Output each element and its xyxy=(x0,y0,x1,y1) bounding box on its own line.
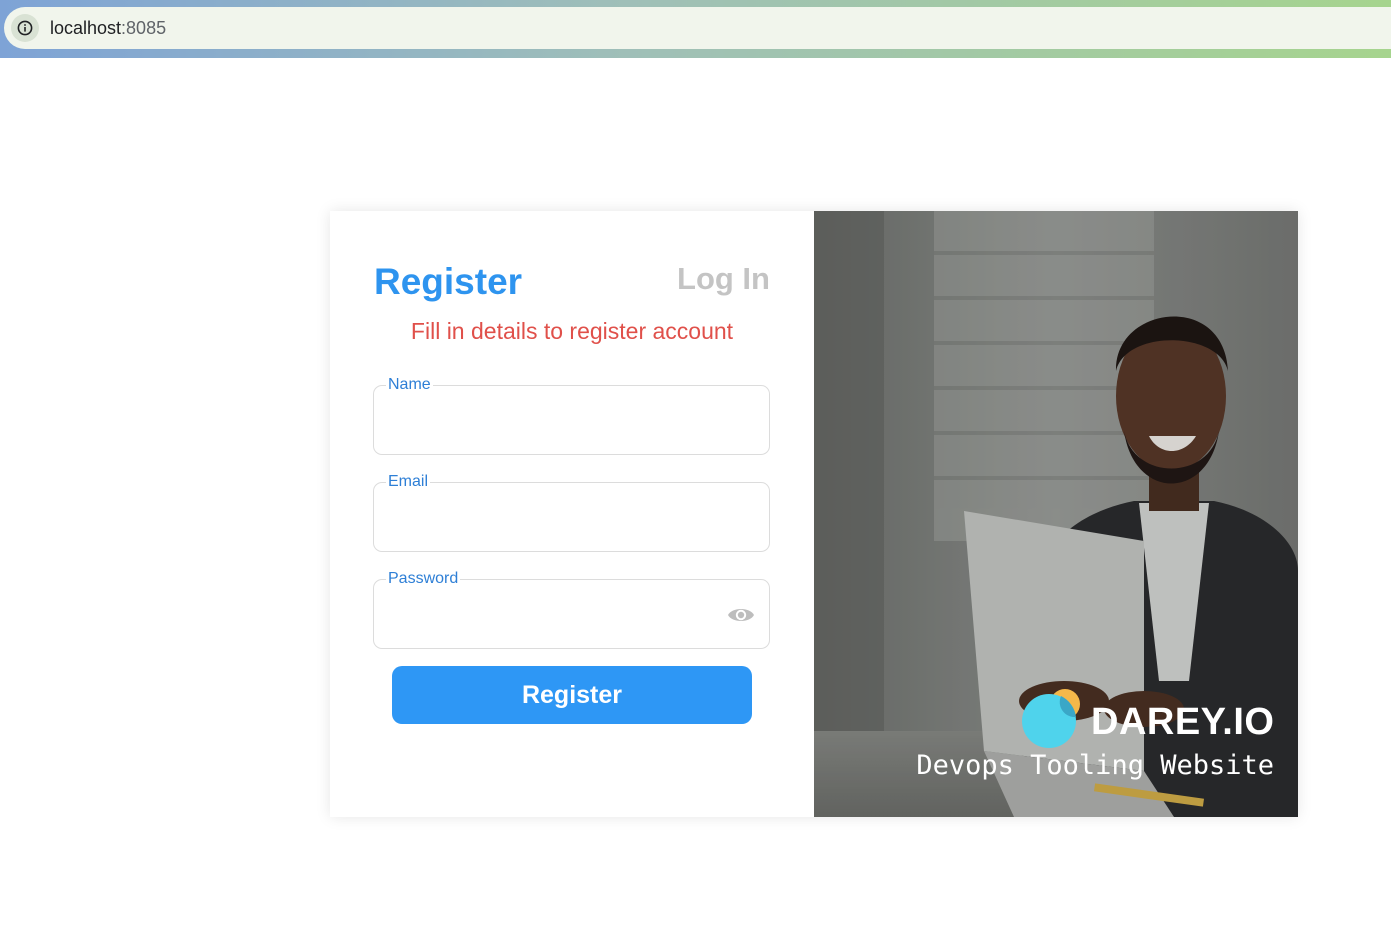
register-button[interactable]: Register xyxy=(392,666,752,724)
site-tagline: Devops Tooling Website xyxy=(916,750,1274,781)
name-field[interactable]: Name xyxy=(373,376,770,455)
url-host: localhost xyxy=(50,18,122,38)
address-bar[interactable]: localhost:8085 xyxy=(4,7,1391,49)
brand-name: DAREY.IO xyxy=(1091,701,1275,743)
hero-panel: DAREY.IO Devops Tooling Website xyxy=(814,211,1298,817)
name-label: Name xyxy=(386,376,433,394)
password-field[interactable]: Password xyxy=(373,570,770,649)
login-tab[interactable]: Log In xyxy=(677,261,770,297)
email-label: Email xyxy=(386,473,431,491)
email-input[interactable] xyxy=(388,499,722,537)
site-info-button[interactable] xyxy=(11,14,39,42)
email-field[interactable]: Email xyxy=(373,473,770,552)
brand-logo-group: DAREY.IO xyxy=(1021,687,1274,749)
browser-toolbar: localhost:8085 xyxy=(0,0,1391,58)
password-label: Password xyxy=(386,570,461,588)
url-text[interactable]: localhost:8085 xyxy=(50,18,166,39)
password-input[interactable] xyxy=(388,596,722,634)
info-icon xyxy=(17,20,33,36)
register-form: Register Log In Fill in details to regis… xyxy=(330,211,814,817)
auth-card: Register Log In Fill in details to regis… xyxy=(330,211,1298,817)
darey-logo-icon xyxy=(1022,689,1080,748)
form-subtitle: Fill in details to register account xyxy=(410,318,734,344)
eye-icon[interactable] xyxy=(727,604,755,626)
url-port: :8085 xyxy=(121,18,167,38)
register-tab[interactable]: Register xyxy=(374,261,522,303)
name-input[interactable] xyxy=(388,402,722,440)
